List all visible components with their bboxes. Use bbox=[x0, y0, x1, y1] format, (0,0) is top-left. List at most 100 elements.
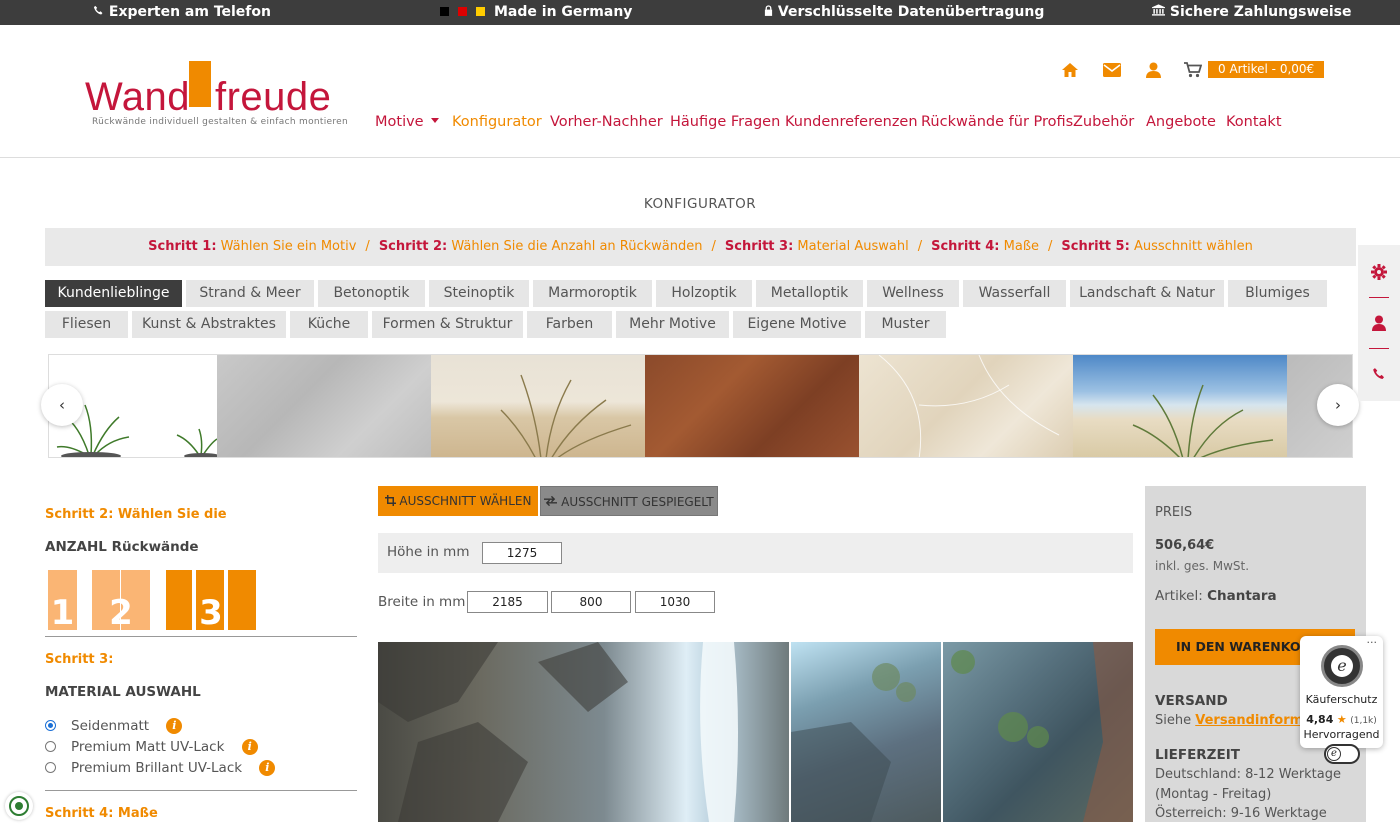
lock-icon bbox=[764, 4, 778, 20]
step-2[interactable]: Schritt 2: Wählen Sie die Anzahl an Rück… bbox=[379, 239, 703, 254]
tab-kunst-abstraktes[interactable]: Kunst & Abstraktes bbox=[132, 311, 286, 338]
tab-metalloptik[interactable]: Metalloptik bbox=[756, 280, 863, 307]
motif-thumbnail[interactable] bbox=[859, 355, 1073, 457]
tab-landschaft-natur[interactable]: Landschaft & Natur bbox=[1070, 280, 1224, 307]
tab-wasserfall[interactable]: Wasserfall bbox=[963, 280, 1066, 307]
logo-word-wand: Wand bbox=[85, 75, 191, 119]
tab-marmoroptik[interactable]: Marmoroptik bbox=[533, 280, 652, 307]
payment-label: Sichere Zahlungsweise bbox=[1169, 4, 1352, 20]
radio-button[interactable] bbox=[45, 762, 56, 773]
phone-info[interactable]: Experten am Telefon bbox=[93, 4, 271, 20]
page-title: KONFIGURATOR bbox=[643, 196, 757, 212]
crop-mirror-button[interactable]: AUSSCHNITT GESPIEGELT bbox=[540, 486, 718, 516]
panel-count-3-label: 3 bbox=[199, 593, 223, 633]
mail-icon[interactable] bbox=[1102, 60, 1122, 80]
tab-muster[interactable]: Muster bbox=[865, 311, 946, 338]
slider-next-button[interactable]: › bbox=[1317, 384, 1359, 426]
article-label: Artikel: bbox=[1155, 588, 1203, 604]
tab-steinoptik[interactable]: Steinoptik bbox=[429, 280, 529, 307]
phone-icon bbox=[93, 4, 109, 20]
shipping-info-link[interactable]: Versandinformationen bbox=[1195, 713, 1300, 728]
motif-thumbnail[interactable] bbox=[645, 355, 859, 457]
step-3[interactable]: Schritt 3: Material Auswahl bbox=[725, 239, 909, 254]
tab-kueche[interactable]: Küche bbox=[290, 311, 368, 338]
exchange-icon bbox=[544, 495, 558, 509]
accessibility-icon[interactable] bbox=[5, 792, 33, 820]
delivery-title: LIEFERZEIT bbox=[1155, 747, 1240, 763]
panel-count-1-option[interactable]: 1 bbox=[48, 570, 77, 630]
more-options-icon[interactable]: ··· bbox=[1367, 636, 1378, 649]
nav-item-faq[interactable]: Häufige Fragen bbox=[670, 114, 780, 130]
material-option-premium-matt[interactable]: Premium Matt UV-Lack i bbox=[45, 739, 258, 755]
motif-preview[interactable] bbox=[378, 642, 1133, 822]
nav-item-motive[interactable]: Motive bbox=[375, 114, 439, 130]
wandfreude-logo[interactable]: Wand freude Rückwände individuell gestal… bbox=[85, 61, 348, 131]
settings-gear-icon[interactable] bbox=[1358, 247, 1400, 297]
phone-contact-icon[interactable] bbox=[1358, 349, 1400, 399]
step-1-text: Wählen Sie ein Motiv bbox=[220, 239, 357, 254]
motif-thumbnail[interactable] bbox=[1073, 355, 1287, 457]
step-4-num: Schritt 4: bbox=[931, 239, 1000, 254]
nav-item-vorher-nachher[interactable]: Vorher-Nachher bbox=[550, 114, 663, 130]
top-info-bar: Experten am Telefon Made in Germany Vers… bbox=[0, 0, 1400, 25]
tab-holzoptik[interactable]: Holzoptik bbox=[656, 280, 752, 307]
cart-icon[interactable] bbox=[1183, 60, 1203, 80]
tab-mehr-motive[interactable]: Mehr Motive bbox=[616, 311, 729, 338]
height-row: Höhe in mm 1275 bbox=[378, 533, 1133, 573]
step-5-num: Schritt 5: bbox=[1061, 239, 1130, 254]
step-1[interactable]: Schritt 1: Wählen Sie ein Motiv bbox=[148, 239, 356, 254]
slider-prev-button[interactable]: ‹ bbox=[41, 384, 83, 426]
tab-formen-struktur[interactable]: Formen & Struktur bbox=[372, 311, 523, 338]
tab-strand-meer[interactable]: Strand & Meer bbox=[186, 280, 314, 307]
tab-farben[interactable]: Farben bbox=[527, 311, 612, 338]
width-input-3[interactable]: 1030 bbox=[635, 591, 715, 613]
flag-red-icon bbox=[458, 7, 467, 16]
info-icon[interactable]: i bbox=[166, 718, 183, 734]
phone-label: Experten am Telefon bbox=[108, 4, 271, 20]
tab-betonoptik[interactable]: Betonoptik bbox=[318, 280, 425, 307]
nav-item-zubehoer[interactable]: Zubehör bbox=[1073, 114, 1134, 130]
step-separator: / bbox=[711, 239, 716, 254]
nav-item-angebote[interactable]: Angebote bbox=[1146, 114, 1216, 130]
logo-bar-icon bbox=[189, 61, 211, 107]
tab-kundenlieblinge[interactable]: Kundenlieblinge bbox=[45, 280, 182, 307]
motif-thumbnail[interactable] bbox=[431, 355, 645, 457]
width-input-2[interactable]: 800 bbox=[551, 591, 631, 613]
info-icon[interactable]: i bbox=[241, 739, 258, 755]
radio-button[interactable] bbox=[45, 741, 56, 752]
cart-summary-badge[interactable]: 0 Artikel - 0,00€ bbox=[1208, 61, 1325, 78]
width-input-1[interactable]: 2185 bbox=[467, 591, 548, 613]
nav-item-konfigurator[interactable]: Konfigurator bbox=[452, 114, 542, 130]
home-icon[interactable] bbox=[1060, 60, 1080, 80]
crop-select-button[interactable]: AUSSCHNITT WÄHLEN bbox=[378, 486, 538, 516]
motif-thumbnail[interactable] bbox=[217, 355, 431, 457]
user-contact-icon[interactable] bbox=[1358, 298, 1400, 348]
material-option-premium-brillant[interactable]: Premium Brillant UV-Lack i bbox=[45, 760, 276, 776]
trusted-shops-toggle-icon[interactable]: e bbox=[1324, 744, 1360, 764]
price-amount: 506,64€ bbox=[1155, 538, 1215, 553]
user-account-icon[interactable] bbox=[1143, 60, 1163, 80]
nav-item-kontakt[interactable]: Kontakt bbox=[1226, 114, 1282, 130]
material-option-seidenmatt[interactable]: Seidenmatt i bbox=[45, 718, 183, 734]
step-5[interactable]: Schritt 5: Ausschnitt wählen bbox=[1061, 239, 1252, 254]
price-label: PREIS bbox=[1155, 505, 1193, 520]
trusted-shops-badge[interactable]: ··· e Käuferschutz 4,84 ★ (1,1k) Hervorr… bbox=[1300, 636, 1383, 764]
step-4[interactable]: Schritt 4: Maße bbox=[931, 239, 1039, 254]
info-icon[interactable]: i bbox=[259, 760, 276, 776]
height-label: Höhe in mm bbox=[387, 544, 470, 560]
tab-eigene-motive[interactable]: Eigene Motive bbox=[733, 311, 861, 338]
delivery-germany-note: (Montag - Freitag) bbox=[1155, 787, 1272, 802]
step-1-num: Schritt 1: bbox=[148, 239, 217, 254]
divider bbox=[45, 790, 357, 791]
tab-blumiges[interactable]: Blumiges bbox=[1228, 280, 1327, 307]
tab-wellness[interactable]: Wellness bbox=[867, 280, 959, 307]
secure-transfer-info: Verschlüsselte Datenübertragung bbox=[764, 4, 1044, 20]
nav-item-profis[interactable]: Rückwände für Profis bbox=[921, 114, 1073, 130]
step2-heading: Schritt 2: Wählen Sie die bbox=[45, 507, 227, 522]
radio-button-selected[interactable] bbox=[45, 720, 56, 731]
height-input[interactable]: 1275 bbox=[482, 542, 562, 564]
nav-item-kundenreferenzen[interactable]: Kundenreferenzen bbox=[785, 114, 918, 130]
rating-count: (1,1k) bbox=[1350, 716, 1377, 726]
tab-fliesen[interactable]: Fliesen bbox=[45, 311, 128, 338]
site-header: Wand freude Rückwände individuell gestal… bbox=[0, 25, 1400, 158]
